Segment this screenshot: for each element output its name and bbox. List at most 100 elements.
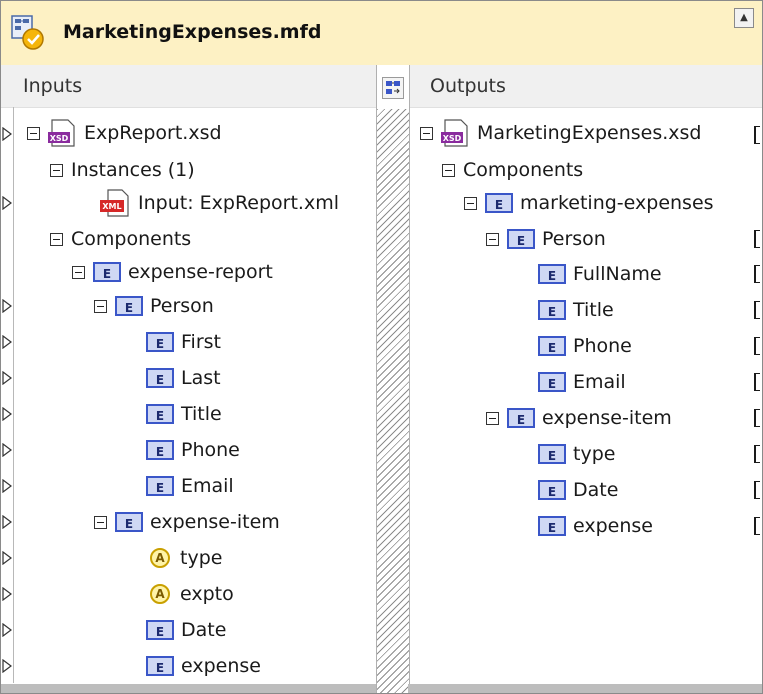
- marketing-expenses-node[interactable]: E marketing-expenses: [464, 188, 714, 218]
- element-icon: E: [115, 296, 143, 316]
- element-icon: E: [538, 264, 566, 284]
- output-connector-icon[interactable]: [754, 409, 760, 427]
- element-icon: E: [146, 368, 174, 388]
- title-bar: MarketingExpenses.mfd ▲: [1, 1, 762, 66]
- up-arrow-icon: ▲: [740, 12, 748, 23]
- element-icon: E: [538, 372, 566, 392]
- collapse-toggle-icon[interactable]: [50, 163, 63, 177]
- connector-icon[interactable]: [2, 196, 13, 210]
- output-field-expense[interactable]: E expense: [538, 511, 653, 541]
- input-field-first[interactable]: E First: [146, 327, 221, 357]
- element-label: Phone: [181, 439, 240, 461]
- inputs-scrollbar[interactable]: [1, 684, 376, 693]
- input-attr-expto[interactable]: A expto: [150, 579, 234, 609]
- output-expense-item-node[interactable]: E expense-item: [486, 403, 672, 433]
- element-label: Title: [181, 403, 222, 425]
- collapse-toggle-icon[interactable]: [420, 126, 433, 140]
- element-icon: E: [507, 408, 535, 428]
- connector-icon[interactable]: [2, 587, 13, 601]
- svg-text:XSD: XSD: [443, 134, 462, 143]
- element-label: Phone: [573, 335, 632, 357]
- pane-splitter[interactable]: [376, 65, 410, 693]
- input-field-phone[interactable]: E Phone: [146, 435, 240, 465]
- output-field-title[interactable]: E Title: [538, 295, 614, 325]
- input-expense-item-node[interactable]: E expense-item: [94, 507, 280, 537]
- output-connector-icon[interactable]: [754, 337, 760, 355]
- swap-panes-icon[interactable]: [382, 77, 404, 99]
- input-field-date[interactable]: E Date: [146, 615, 226, 645]
- connector-icon[interactable]: [2, 479, 13, 493]
- output-components-node[interactable]: Components: [442, 155, 583, 185]
- attribute-label: expto: [180, 583, 234, 605]
- element-label: expense: [181, 655, 261, 677]
- output-field-email[interactable]: E Email: [538, 367, 626, 397]
- input-schema-node[interactable]: XSD ExpReport.xsd: [27, 118, 222, 148]
- element-label: Date: [573, 479, 619, 501]
- output-connector-icon[interactable]: [754, 301, 760, 319]
- collapse-toggle-icon[interactable]: [72, 265, 85, 279]
- connector-icon[interactable]: [2, 551, 13, 565]
- element-label: expense-item: [542, 407, 672, 429]
- element-label: Person: [150, 295, 214, 317]
- element-label: type: [573, 443, 616, 465]
- connector-icon[interactable]: [2, 659, 13, 673]
- output-connector-icon[interactable]: [754, 126, 760, 144]
- element-label: Title: [573, 299, 614, 321]
- collapse-toggle-icon[interactable]: [486, 232, 499, 246]
- instance-file-node[interactable]: XML Input: ExpReport.xml: [100, 188, 339, 218]
- input-field-email[interactable]: E Email: [146, 471, 234, 501]
- svg-text:XSD: XSD: [50, 134, 69, 143]
- output-connector-icon[interactable]: [754, 517, 760, 535]
- element-icon: E: [538, 480, 566, 500]
- connector-icon[interactable]: [2, 623, 13, 637]
- connector-icon[interactable]: [2, 127, 13, 141]
- input-components-node[interactable]: Components: [50, 224, 191, 254]
- collapse-toggle-icon[interactable]: [94, 515, 107, 529]
- expense-report-node[interactable]: E expense-report: [72, 257, 273, 287]
- instances-node[interactable]: Instances (1): [50, 155, 195, 185]
- output-field-date[interactable]: E Date: [538, 475, 618, 505]
- output-field-type[interactable]: E type: [538, 439, 615, 469]
- element-label: Person: [542, 228, 606, 250]
- output-person-node[interactable]: E Person: [486, 224, 606, 254]
- connector-icon[interactable]: [2, 335, 13, 349]
- collapse-toggle-icon[interactable]: [27, 126, 40, 140]
- input-field-title[interactable]: E Title: [146, 399, 222, 429]
- connector-icon[interactable]: [2, 407, 13, 421]
- inputs-header-label: Inputs: [23, 75, 83, 97]
- input-attr-type[interactable]: A type: [150, 543, 222, 573]
- collapse-toggle-icon[interactable]: [50, 232, 63, 246]
- output-connector-icon[interactable]: [754, 481, 760, 499]
- collapse-toggle-icon[interactable]: [94, 299, 107, 313]
- output-field-phone[interactable]: E Phone: [538, 331, 632, 361]
- element-label: expense-item: [150, 511, 280, 533]
- mapping-file-icon: [11, 15, 44, 50]
- element-icon: E: [538, 336, 566, 356]
- collapse-toggle-icon[interactable]: [486, 411, 499, 425]
- output-connector-icon[interactable]: [754, 265, 760, 283]
- splitter-hatch: [377, 109, 409, 693]
- connector-icon[interactable]: [2, 443, 13, 457]
- output-schema-node[interactable]: XSD MarketingExpenses.xsd: [420, 118, 701, 148]
- connector-icon[interactable]: [2, 371, 13, 385]
- element-icon: E: [538, 300, 566, 320]
- input-person-node[interactable]: E Person: [94, 291, 214, 321]
- output-connector-icon[interactable]: [754, 373, 760, 391]
- inputs-pane-header: Inputs: [1, 65, 376, 108]
- input-field-expense[interactable]: E expense: [146, 651, 261, 681]
- collapse-button[interactable]: ▲: [734, 8, 754, 28]
- connector-icon[interactable]: [2, 299, 13, 313]
- element-label: Last: [181, 367, 221, 389]
- output-schema-label: MarketingExpenses.xsd: [477, 122, 702, 144]
- input-field-last[interactable]: E Last: [146, 363, 221, 393]
- collapse-toggle-icon[interactable]: [442, 163, 455, 177]
- collapse-toggle-icon[interactable]: [464, 196, 477, 210]
- outputs-scrollbar[interactable]: [408, 684, 762, 693]
- element-label: marketing-expenses: [520, 192, 714, 214]
- element-label: Date: [181, 619, 227, 641]
- output-connector-icon[interactable]: [754, 230, 760, 248]
- connector-icon[interactable]: [2, 515, 13, 529]
- element-icon: E: [146, 620, 174, 640]
- output-connector-icon[interactable]: [754, 445, 760, 463]
- output-field-fullname[interactable]: E FullName: [538, 259, 662, 289]
